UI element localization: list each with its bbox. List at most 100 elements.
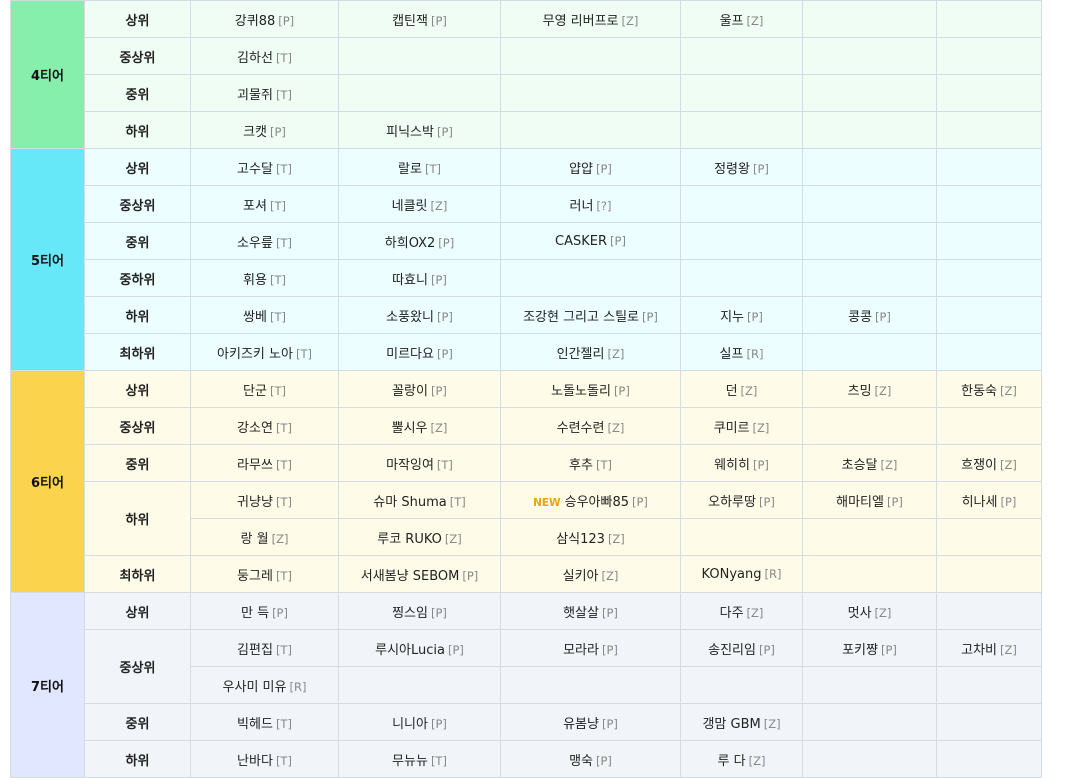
player-cell[interactable]: 송진리임 [P] <box>680 629 803 667</box>
player-name[interactable]: 무영 리버프로 <box>543 14 619 29</box>
player-cell[interactable]: 귀냥냥 [T] <box>190 481 339 519</box>
player-name[interactable]: 실키아 <box>563 569 599 584</box>
player-cell[interactable]: 정령왕 [P] <box>680 148 803 186</box>
player-name[interactable]: 러너 <box>570 199 594 214</box>
player-name[interactable]: 네클릿 <box>392 199 428 214</box>
player-cell[interactable]: 따효니 [P] <box>338 259 501 297</box>
player-name[interactable]: 루 다 <box>718 754 746 769</box>
player-cell[interactable]: 소풍왔니 [P] <box>338 296 501 334</box>
player-name[interactable]: 포키쨩 <box>842 643 878 658</box>
player-name[interactable]: 쿠미르 <box>714 421 750 436</box>
player-name[interactable]: 따효니 <box>392 273 428 288</box>
player-cell[interactable]: 인간젤리 [Z] <box>500 333 681 371</box>
player-name[interactable]: 울프 <box>720 14 744 29</box>
player-cell[interactable]: 한동숙 [Z] <box>936 370 1042 408</box>
player-cell[interactable]: 쿠미르 [Z] <box>680 407 803 445</box>
player-name[interactable]: 해마티엘 <box>836 495 884 510</box>
player-name[interactable]: 초승달 <box>842 458 878 473</box>
player-cell[interactable]: 휘용 [T] <box>190 259 339 297</box>
player-cell[interactable]: 캡틴잭 [P] <box>338 0 501 38</box>
player-cell[interactable]: KONyang [R] <box>680 555 803 593</box>
player-name[interactable]: 김편집 <box>237 643 273 658</box>
player-cell[interactable]: 뿔시우 [Z] <box>338 407 501 445</box>
player-name[interactable]: 피닉스박 <box>386 125 434 140</box>
player-name[interactable]: 마작잉여 <box>386 458 434 473</box>
player-name[interactable]: 라무쓰 <box>237 458 273 473</box>
player-name[interactable]: 후추 <box>569 458 593 473</box>
player-name[interactable]: 쌍베 <box>243 310 267 325</box>
player-name[interactable]: CASKER <box>555 234 607 249</box>
player-cell[interactable]: 다주 [Z] <box>680 592 803 630</box>
player-cell[interactable]: 루코 RUKO [Z] <box>338 518 501 556</box>
player-name[interactable]: 꼴랑이 <box>392 384 428 399</box>
player-cell[interactable]: 실프 [R] <box>680 333 803 371</box>
player-name[interactable]: 루시아Lucia <box>375 643 445 658</box>
player-cell[interactable]: 만 득 [P] <box>190 592 339 630</box>
player-cell[interactable]: 멋사 [Z] <box>802 592 937 630</box>
player-cell[interactable]: NEW 승우아빠85 [P] <box>500 481 681 519</box>
player-name[interactable]: 던 <box>726 384 738 399</box>
player-cell[interactable]: 꼴랑이 [P] <box>338 370 501 408</box>
player-name[interactable]: 포셔 <box>243 199 267 214</box>
player-cell[interactable]: 던 [Z] <box>680 370 803 408</box>
player-cell[interactable]: 츠밍 [Z] <box>802 370 937 408</box>
player-name[interactable]: 얍얍 <box>569 162 593 177</box>
player-name[interactable]: 우사미 미유 <box>223 680 287 695</box>
player-name[interactable]: 흐쟁이 <box>961 458 997 473</box>
player-cell[interactable]: 히나세 [P] <box>936 481 1042 519</box>
player-cell[interactable]: 하희OX2 [P] <box>338 222 501 260</box>
player-cell[interactable]: 수련수련 [Z] <box>500 407 681 445</box>
player-name[interactable]: 콩콩 <box>848 310 872 325</box>
player-cell[interactable]: 모라라 [P] <box>500 629 681 667</box>
player-cell[interactable]: 포키쨩 [P] <box>802 629 937 667</box>
player-name[interactable]: 웨히히 <box>714 458 750 473</box>
player-name[interactable]: 츠밍 <box>848 384 872 399</box>
player-cell[interactable]: 우사미 미유 [R] <box>190 666 339 704</box>
player-name[interactable]: 휘용 <box>243 273 267 288</box>
player-cell[interactable]: 슈마 Shuma [T] <box>338 481 501 519</box>
player-name[interactable]: 김하선 <box>237 51 273 66</box>
player-cell[interactable]: 찡스임 [P] <box>338 592 501 630</box>
player-name[interactable]: 송진리임 <box>708 643 756 658</box>
player-cell[interactable]: 후추 [T] <box>500 444 681 482</box>
player-cell[interactable]: 랄로 [T] <box>338 148 501 186</box>
player-name[interactable]: 지누 <box>720 310 744 325</box>
player-cell[interactable]: 강소연 [T] <box>190 407 339 445</box>
player-name[interactable]: 니니아 <box>392 717 428 732</box>
player-cell[interactable]: 네클릿 [Z] <box>338 185 501 223</box>
player-name[interactable]: 뿔시우 <box>392 421 428 436</box>
player-name[interactable]: KONyang <box>702 567 762 582</box>
player-name[interactable]: 강소연 <box>237 421 273 436</box>
player-cell[interactable]: 쌍베 [T] <box>190 296 339 334</box>
player-cell[interactable]: 조강현 그리고 스틸로 [P] <box>500 296 681 334</box>
player-name[interactable]: 인간젤리 <box>557 347 605 362</box>
player-name[interactable]: 삼식123 <box>556 532 605 547</box>
player-cell[interactable]: 난바다 [T] <box>190 740 339 778</box>
player-name[interactable]: 한동숙 <box>961 384 997 399</box>
player-cell[interactable]: 김편집 [T] <box>190 629 339 667</box>
player-name[interactable]: 햇살살 <box>563 606 599 621</box>
player-cell[interactable]: 랑 월 [Z] <box>190 518 339 556</box>
player-name[interactable]: 실프 <box>720 347 744 362</box>
player-name[interactable]: 갱맘 GBM <box>702 717 760 732</box>
player-cell[interactable]: 니니아 [P] <box>338 703 501 741</box>
player-cell[interactable]: 오하루땅 [P] <box>680 481 803 519</box>
player-name[interactable]: 소풍왔니 <box>386 310 434 325</box>
player-name[interactable]: 난바다 <box>237 754 273 769</box>
player-name[interactable]: 조강현 그리고 스틸로 <box>523 310 639 325</box>
player-cell[interactable]: 삼식123 [Z] <box>500 518 681 556</box>
player-cell[interactable]: 미르다요 [P] <box>338 333 501 371</box>
player-cell[interactable]: 루시아Lucia [P] <box>338 629 501 667</box>
player-name[interactable]: 정령왕 <box>714 162 750 177</box>
player-cell[interactable]: 라무쓰 [T] <box>190 444 339 482</box>
player-cell[interactable]: CASKER [P] <box>500 222 681 260</box>
player-cell[interactable]: 아키즈키 노아 [T] <box>190 333 339 371</box>
player-cell[interactable]: 콩콩 [P] <box>802 296 937 334</box>
player-cell[interactable]: 고차비 [Z] <box>936 629 1042 667</box>
player-name[interactable]: 고수달 <box>237 162 273 177</box>
player-cell[interactable]: 단군 [T] <box>190 370 339 408</box>
player-cell[interactable]: 유봄냥 [P] <box>500 703 681 741</box>
player-name[interactable]: 승우아빠85 <box>565 495 629 510</box>
player-name[interactable]: 무뉴뉴 <box>392 754 428 769</box>
player-cell[interactable]: 얍얍 [P] <box>500 148 681 186</box>
